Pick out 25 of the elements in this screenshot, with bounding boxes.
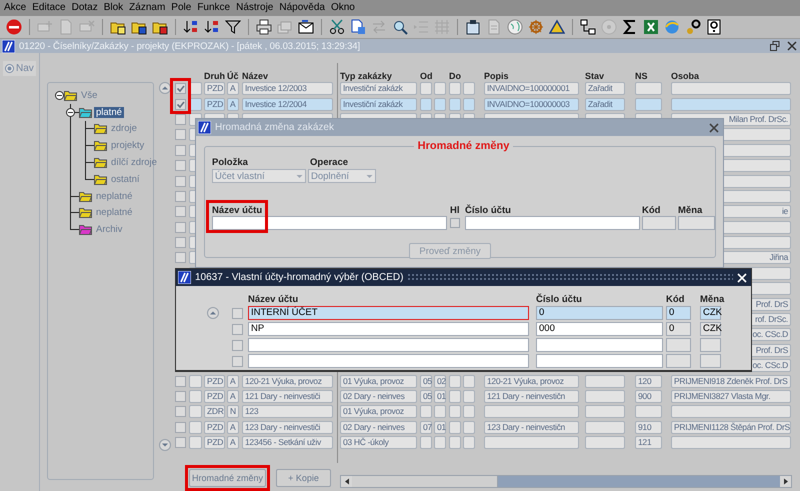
- column-header: Od: [420, 71, 432, 81]
- field-label: Operace: [310, 157, 348, 168]
- column-header: Stav: [585, 71, 604, 81]
- dialog-title: Hromadná změna zakázek: [215, 122, 334, 133]
- column-header: NS: [635, 71, 648, 81]
- field-label: Číslo účtu: [465, 205, 511, 216]
- column-header: Popis: [484, 71, 509, 81]
- field-label: Hl: [450, 205, 460, 216]
- window-title: 01220 - Číselníky/Zakázky - projekty (EKPROZAK) - [pátek , 06.03.2015; 13:29:34]: [19, 40, 362, 52]
- column-header: Osoba: [671, 71, 700, 81]
- column-header: Úč: [227, 71, 239, 81]
- group-title: Hromadné změny: [416, 140, 510, 152]
- field-label: Kód: [642, 205, 660, 216]
- field-label: Název účtu: [212, 205, 262, 216]
- column-header: Kód: [666, 294, 684, 304]
- column-header: Druh: [204, 71, 225, 81]
- column-header: Číslo účtu: [536, 294, 582, 304]
- column-header: Typ zakázky: [340, 71, 392, 81]
- column-header: Měna: [700, 294, 724, 304]
- column-header: Název účtu: [248, 294, 298, 304]
- column-header: Do: [449, 71, 461, 81]
- dialog-title: 10637 - Vlastní účty-hromadný výběr (OBCED): [195, 272, 404, 283]
- field-label: Měna: [678, 205, 702, 216]
- field-label: Položka: [212, 157, 249, 168]
- column-header: Název: [242, 71, 268, 81]
